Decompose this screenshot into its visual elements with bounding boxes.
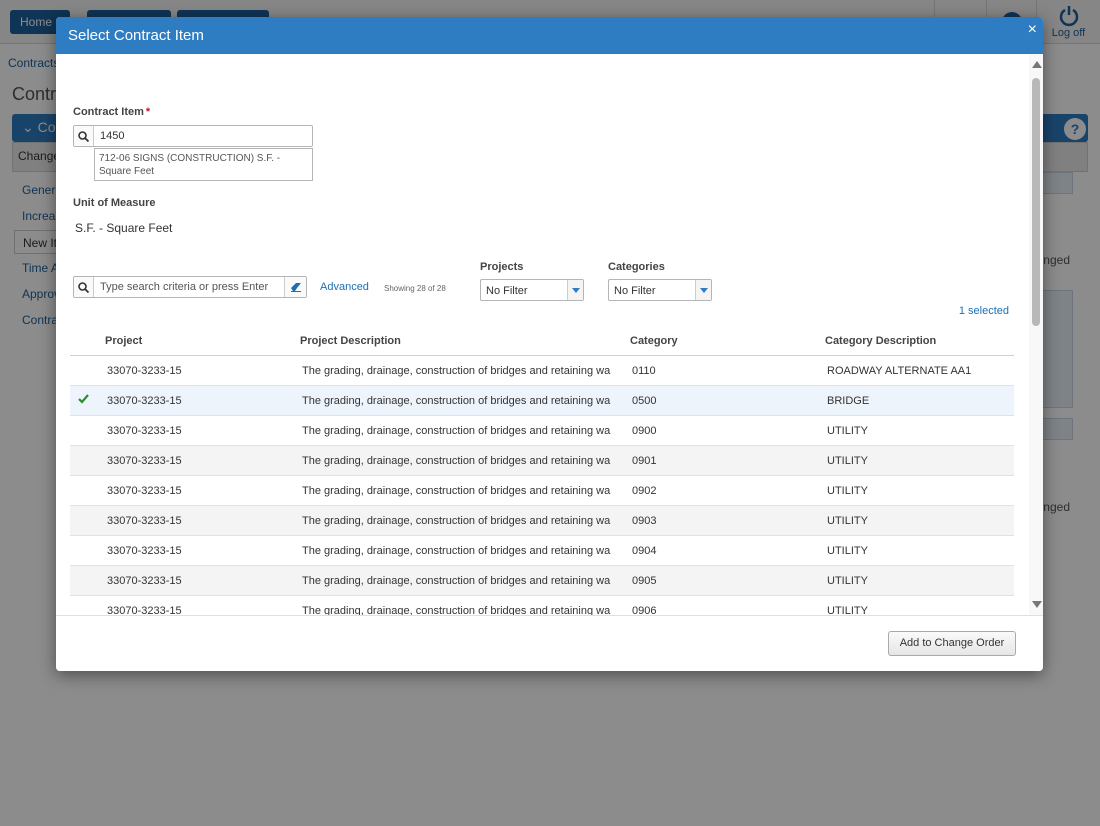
grid-rows: 33070-3233-15 The grading, drainage, cons…: [70, 356, 1014, 615]
filter-search-input[interactable]: Type search criteria or press Enter: [73, 276, 307, 298]
cell-project-description: The grading, drainage, construction of b…: [302, 515, 611, 527]
project-category-grid: Project Project Description Category Cat…: [70, 327, 1014, 615]
result-count: Showing 28 of 28: [384, 284, 446, 293]
table-row[interactable]: 33070-3233-15 The grading, drainage, cons…: [70, 386, 1014, 416]
cell-category-description: UTILITY: [827, 515, 868, 527]
cell-category-description: UTILITY: [827, 605, 868, 615]
cell-project-description: The grading, drainage, construction of b…: [302, 605, 611, 615]
cell-project: 33070-3233-15: [107, 455, 182, 467]
cell-category-description: UTILITY: [827, 575, 868, 587]
dialog-body: Contract Item * 1450 712-06 SIGNS (CONSTR…: [56, 54, 1043, 615]
categories-filter-value: No Filter: [614, 285, 656, 297]
add-to-change-order-button[interactable]: Add to Change Order: [888, 631, 1016, 656]
checkmark-icon: [78, 394, 89, 407]
cell-project-description: The grading, drainage, construction of b…: [302, 395, 611, 407]
cell-category-description: BRIDGE: [827, 395, 870, 407]
cell-project-description: The grading, drainage, construction of b…: [302, 575, 611, 587]
projects-filter-select[interactable]: No Filter: [480, 279, 584, 301]
column-header-category-description[interactable]: Category Description: [825, 335, 936, 347]
categories-filter-select[interactable]: No Filter: [608, 279, 712, 301]
search-icon[interactable]: [74, 126, 94, 146]
unit-of-measure-value: S.F. - Square Feet: [75, 221, 173, 235]
cell-category-description: UTILITY: [827, 425, 868, 437]
column-header-project[interactable]: Project: [105, 335, 142, 347]
cell-category: 0901: [632, 455, 657, 467]
table-row[interactable]: 33070-3233-15 The grading, drainage, cons…: [70, 416, 1014, 446]
cell-category: 0904: [632, 545, 657, 557]
cell-category: 0900: [632, 425, 657, 437]
cell-category: 0906: [632, 605, 657, 615]
cell-project: 33070-3233-15: [107, 365, 182, 377]
cell-project: 33070-3233-15: [107, 425, 182, 437]
contract-item-label: Contract Item *: [73, 106, 151, 118]
table-row[interactable]: 33070-3233-15 The grading, drainage, cons…: [70, 566, 1014, 596]
table-row[interactable]: 33070-3233-15 The grading, drainage, cons…: [70, 536, 1014, 566]
table-row[interactable]: 33070-3233-15 The grading, drainage, cons…: [70, 596, 1014, 615]
close-icon[interactable]: ×: [1028, 21, 1037, 39]
advanced-search-link[interactable]: Advanced: [320, 281, 369, 293]
cell-category-description: UTILITY: [827, 455, 868, 467]
eraser-icon[interactable]: [284, 277, 306, 297]
table-row[interactable]: 33070-3233-15 The grading, drainage, cons…: [70, 476, 1014, 506]
cell-category-description: UTILITY: [827, 545, 868, 557]
table-row[interactable]: 33070-3233-15 The grading, drainage, cons…: [70, 356, 1014, 386]
dialog-footer: Add to Change Order: [56, 615, 1043, 671]
cell-project-description: The grading, drainage, construction of b…: [302, 545, 611, 557]
scroll-up-icon[interactable]: [1032, 61, 1042, 68]
categories-label: Categories: [608, 261, 665, 273]
chevron-down-icon[interactable]: [567, 280, 583, 300]
scroll-down-icon[interactable]: [1032, 601, 1042, 608]
cell-project-description: The grading, drainage, construction of b…: [302, 425, 611, 437]
cell-project: 33070-3233-15: [107, 605, 182, 615]
cell-project-description: The grading, drainage, construction of b…: [302, 365, 611, 377]
select-contract-item-dialog: Select Contract Item × Contract Item * 14…: [56, 17, 1043, 671]
dialog-title: Select Contract Item: [68, 27, 204, 44]
cell-project: 33070-3233-15: [107, 395, 182, 407]
scroll-thumb[interactable]: [1032, 78, 1040, 326]
cell-project-description: The grading, drainage, construction of b…: [302, 485, 611, 497]
cell-project: 33070-3233-15: [107, 575, 182, 587]
cell-category: 0902: [632, 485, 657, 497]
cell-category: 0903: [632, 515, 657, 527]
column-header-project-description[interactable]: Project Description: [300, 335, 401, 347]
contract-item-value: 1450: [100, 130, 125, 142]
autocomplete-suggestion[interactable]: 712-06 SIGNS (CONSTRUCTION) S.F. - Squar…: [94, 148, 313, 181]
cell-category: 0110: [632, 365, 656, 377]
cell-project: 33070-3233-15: [107, 485, 182, 497]
chevron-down-icon[interactable]: [695, 280, 711, 300]
column-header-category[interactable]: Category: [630, 335, 678, 347]
cell-category-description: ROADWAY ALTERNATE AA1: [827, 365, 972, 377]
table-row[interactable]: 33070-3233-15 The grading, drainage, cons…: [70, 446, 1014, 476]
dialog-header: Select Contract Item ×: [56, 17, 1043, 54]
table-row[interactable]: 33070-3233-15 The grading, drainage, cons…: [70, 506, 1014, 536]
vertical-scrollbar[interactable]: [1029, 54, 1043, 615]
selected-count[interactable]: 1 selected: [959, 305, 1009, 317]
unit-of-measure-label: Unit of Measure: [73, 197, 156, 209]
projects-filter-value: No Filter: [486, 285, 528, 297]
cell-project-description: The grading, drainage, construction of b…: [302, 455, 611, 467]
search-placeholder: Type search criteria or press Enter: [100, 281, 269, 293]
cell-project: 33070-3233-15: [107, 545, 182, 557]
cell-category-description: UTILITY: [827, 485, 868, 497]
cell-category: 0905: [632, 575, 657, 587]
projects-label: Projects: [480, 261, 524, 273]
grid-header: Project Project Description Category Cat…: [70, 327, 1014, 356]
search-icon[interactable]: [74, 277, 94, 297]
cell-category: 0500: [632, 395, 657, 407]
contract-item-input[interactable]: 1450: [73, 125, 313, 147]
required-marker: *: [145, 106, 151, 118]
cell-project: 33070-3233-15: [107, 515, 182, 527]
